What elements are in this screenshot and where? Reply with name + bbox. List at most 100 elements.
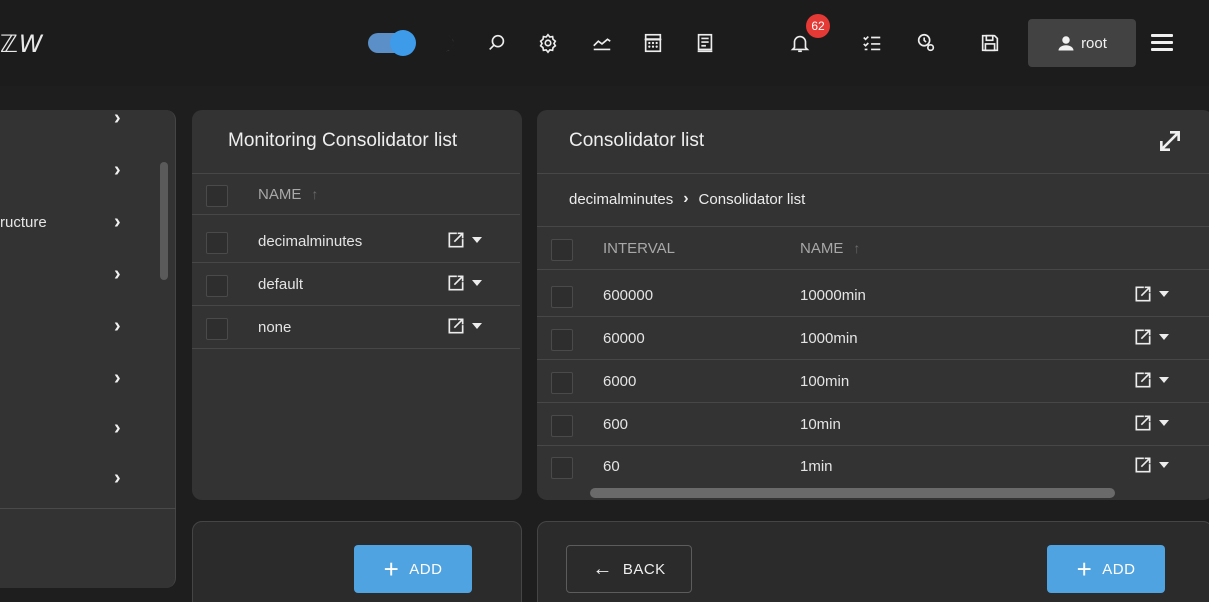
table-row[interactable]: 600 10min (537, 404, 1209, 446)
consolidator-list-panel: Consolidator list decimalminutes › Conso… (537, 110, 1209, 500)
caret-down-icon[interactable] (1159, 420, 1169, 426)
select-all-checkbox[interactable] (551, 239, 573, 261)
open-external-icon[interactable] (446, 273, 466, 293)
open-external-icon[interactable] (1133, 284, 1153, 304)
row-checkbox[interactable] (551, 329, 573, 351)
row-name: 1min (800, 458, 833, 475)
row-interval: 60 (603, 458, 620, 475)
add-consolidator-button[interactable]: + ADD (1047, 545, 1165, 593)
chevron-right-icon: › (114, 466, 121, 489)
divider (0, 508, 176, 509)
tasklist-icon[interactable] (857, 28, 887, 58)
open-external-icon[interactable] (446, 316, 466, 336)
caret-down-icon[interactable] (472, 323, 482, 329)
table-header: INTERVAL NAME ↑ (537, 228, 1209, 270)
table-row[interactable]: default (192, 264, 520, 306)
search-icon[interactable] (482, 28, 512, 58)
sidebar-scrollbar[interactable] (160, 162, 168, 280)
row-interval: 600000 (603, 287, 654, 304)
select-all-checkbox[interactable] (206, 185, 228, 207)
chevron-right-icon: › (114, 366, 121, 389)
panel-title: Consolidator list (569, 130, 705, 151)
row-actions[interactable] (1133, 284, 1169, 304)
theme-toggle[interactable] (368, 30, 416, 56)
caret-down-icon[interactable] (1159, 291, 1169, 297)
row-name: 100min (800, 373, 850, 390)
row-interval: 600 (603, 416, 629, 433)
chevron-right-icon: › (114, 158, 121, 181)
report-icon[interactable] (690, 28, 720, 58)
monitoring-actions-bar: + ADD (192, 521, 522, 602)
breadcrumb-item[interactable]: decimalminutes (569, 191, 673, 208)
sidebar: › › ructure › › › › › › (0, 107, 176, 588)
row-checkbox[interactable] (206, 318, 228, 340)
row-actions[interactable] (1133, 327, 1169, 347)
sidebar-item-structure[interactable]: ructure › (0, 202, 150, 242)
row-checkbox[interactable] (551, 415, 573, 437)
open-external-icon[interactable] (1133, 327, 1153, 347)
caret-down-icon[interactable] (472, 237, 482, 243)
row-actions[interactable] (1133, 455, 1169, 475)
column-header-name[interactable]: NAME (258, 186, 301, 203)
sidebar-item[interactable]: › (0, 458, 150, 498)
caret-down-icon[interactable] (472, 280, 482, 286)
table-row[interactable]: 600000 10000min (537, 275, 1209, 317)
row-actions[interactable] (1133, 413, 1169, 433)
sidebar-item[interactable]: › (0, 306, 150, 346)
row-name: 10000min (800, 287, 866, 304)
row-actions[interactable] (446, 230, 482, 250)
clock-gear-icon[interactable] (911, 28, 941, 58)
row-actions[interactable] (446, 316, 482, 336)
calculator-icon[interactable] (638, 28, 668, 58)
add-monitoring-button[interactable]: + ADD (354, 545, 472, 593)
arrow-left-icon: ← (592, 557, 613, 580)
sidebar-item[interactable]: › (0, 358, 150, 398)
row-actions[interactable] (446, 273, 482, 293)
column-header-name[interactable]: NAME (800, 240, 843, 257)
open-external-icon[interactable] (1133, 413, 1153, 433)
open-external-icon[interactable] (446, 230, 466, 250)
caret-down-icon[interactable] (1159, 462, 1169, 468)
toggle-knob (390, 30, 416, 56)
settings-icon[interactable] (533, 28, 563, 58)
row-interval: 6000 (603, 373, 637, 390)
row-actions[interactable] (1133, 370, 1169, 390)
chevron-right-icon: › (114, 106, 121, 129)
breadcrumb: decimalminutes › Consolidator list (569, 190, 805, 208)
row-checkbox[interactable] (551, 457, 573, 479)
caret-down-icon[interactable] (1159, 377, 1169, 383)
table-row[interactable]: none (192, 307, 520, 349)
sort-arrow-icon: ↑ (853, 240, 861, 256)
row-checkbox[interactable] (206, 232, 228, 254)
app-logo[interactable]: ℤW (0, 30, 44, 58)
save-icon[interactable] (975, 28, 1005, 58)
open-external-icon[interactable] (1133, 370, 1153, 390)
row-checkbox[interactable] (551, 372, 573, 394)
table-row[interactable]: decimalminutes (192, 221, 520, 263)
notification-badge: 62 (806, 14, 830, 38)
sidebar-item[interactable]: › (0, 150, 150, 190)
caret-down-icon[interactable] (1159, 334, 1169, 340)
row-checkbox[interactable] (206, 275, 228, 297)
table-row[interactable]: 60 1min (537, 446, 1209, 488)
table-row[interactable]: 6000 100min (537, 361, 1209, 403)
hamburger-menu-icon[interactable] (1148, 30, 1176, 54)
sidebar-item[interactable]: › (0, 254, 150, 294)
table-row[interactable]: 60000 1000min (537, 318, 1209, 360)
column-header-interval[interactable]: INTERVAL (603, 240, 675, 257)
chevron-right-icon: › (683, 190, 689, 207)
expand-icon[interactable] (1157, 128, 1183, 154)
row-checkbox[interactable] (551, 286, 573, 308)
chart-icon[interactable] (587, 28, 617, 58)
row-interval: 60000 (603, 330, 645, 347)
horizontal-scrollbar[interactable] (590, 488, 1115, 498)
plus-icon: + (1076, 554, 1093, 584)
moon-icon[interactable] (432, 28, 462, 58)
user-button[interactable]: root (1028, 19, 1136, 67)
plus-icon: + (383, 554, 400, 584)
sidebar-item[interactable]: › (0, 408, 150, 448)
back-button[interactable]: ← BACK (566, 545, 692, 593)
sidebar-item[interactable]: › (0, 98, 150, 138)
open-external-icon[interactable] (1133, 455, 1153, 475)
table-header: NAME ↑ (192, 173, 520, 215)
